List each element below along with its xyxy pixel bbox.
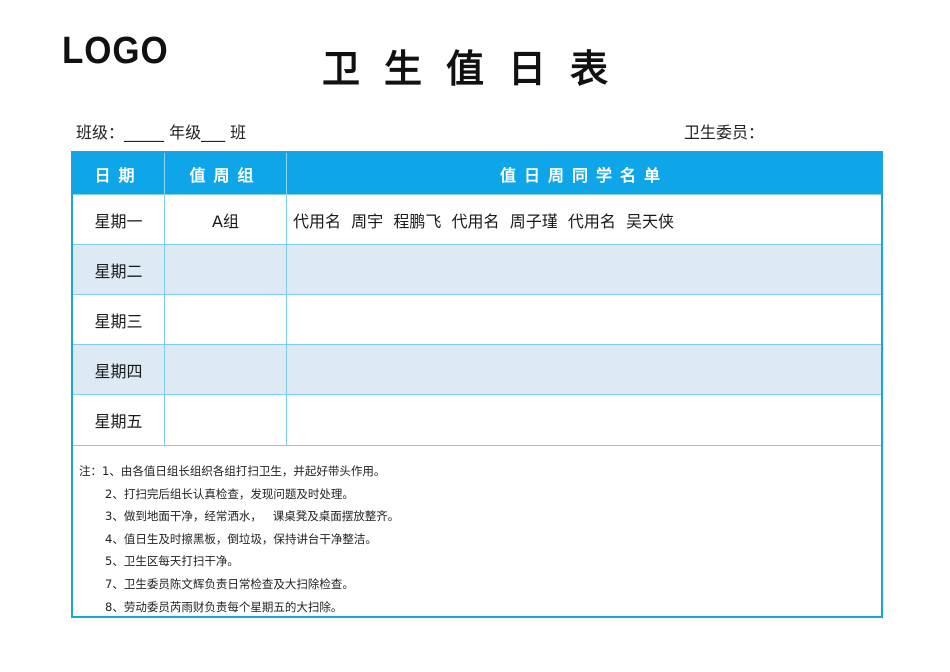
note-item: 注：1、由各值日组长组织各组打扫卫生，并起好带头作用。 — [79, 460, 881, 483]
logo: LOGO — [62, 30, 169, 72]
note-item: 8、劳动委员芮雨财负责每个星期五的大扫除。 — [105, 599, 343, 614]
day-cell: 星期四 — [73, 345, 165, 394]
class-grade-field: 班级：_____ 年级___ 班 — [76, 123, 247, 142]
header-date: 日期 — [73, 153, 165, 194]
table-header-row: 日期 值周组 值日周同学名单 — [73, 153, 881, 194]
header-week-group: 值周组 — [165, 153, 287, 194]
group-cell — [165, 295, 287, 344]
note-item: 4、值日生及时擦黑板，倒垃圾，保持讲台干净整洁。 — [105, 531, 377, 546]
names-cell — [287, 245, 881, 294]
names-cell — [287, 295, 881, 344]
day-cell: 星期五 — [73, 395, 165, 445]
names-cell: 代用名 周宇 程鹏飞 代用名 周子瑾 代用名 吴天侠 — [293, 211, 675, 231]
table-row: 星期三 — [73, 294, 881, 344]
table-row: 星期二 — [73, 244, 881, 294]
table-row: 星期五 — [73, 394, 881, 445]
page-title: 卫生值日表 — [322, 47, 633, 91]
note-item: 5、卫生区每天打扫干净。 — [105, 554, 239, 569]
table-row: 星期一 A组 代用名 周宇 程鹏飞 代用名 周子瑾 代用名 吴天侠 — [73, 194, 881, 244]
note-text: 1、由各值日组长组织各组打扫卫生，并起好带头作用。 — [102, 464, 386, 478]
group-cell — [165, 345, 287, 394]
note-item: 2、打扫完后组长认真检查，发现问题及时处理。 — [105, 486, 354, 501]
group-cell: A组 — [165, 195, 287, 244]
names-cell — [287, 395, 881, 445]
group-cell — [165, 395, 287, 445]
note-item: 3、做到地面干净，经常洒水， 课桌凳及桌面摆放整齐。 — [105, 509, 400, 524]
group-cell — [165, 245, 287, 294]
day-cell: 星期三 — [73, 295, 165, 344]
names-cell — [287, 345, 881, 394]
note-item: 7、卫生委员陈文辉负责日常检查及大扫除检查。 — [105, 576, 354, 591]
day-cell: 星期一 — [73, 195, 165, 244]
header-student-list: 值日周同学名单 — [499, 165, 668, 185]
table-row: 星期四 — [73, 344, 881, 394]
notes-section: 注：1、由各值日组长组织各组打扫卫生，并起好带头作用。 2、打扫完后组长认真检查… — [73, 445, 881, 616]
day-cell: 星期二 — [73, 245, 165, 294]
notes-prefix: 注： — [79, 464, 102, 478]
duty-table: 日期 值周组 值日周同学名单 星期一 A组 代用名 周宇 程鹏飞 代用名 周子瑾… — [71, 151, 883, 618]
hygiene-committee-label: 卫生委员： — [684, 123, 765, 142]
